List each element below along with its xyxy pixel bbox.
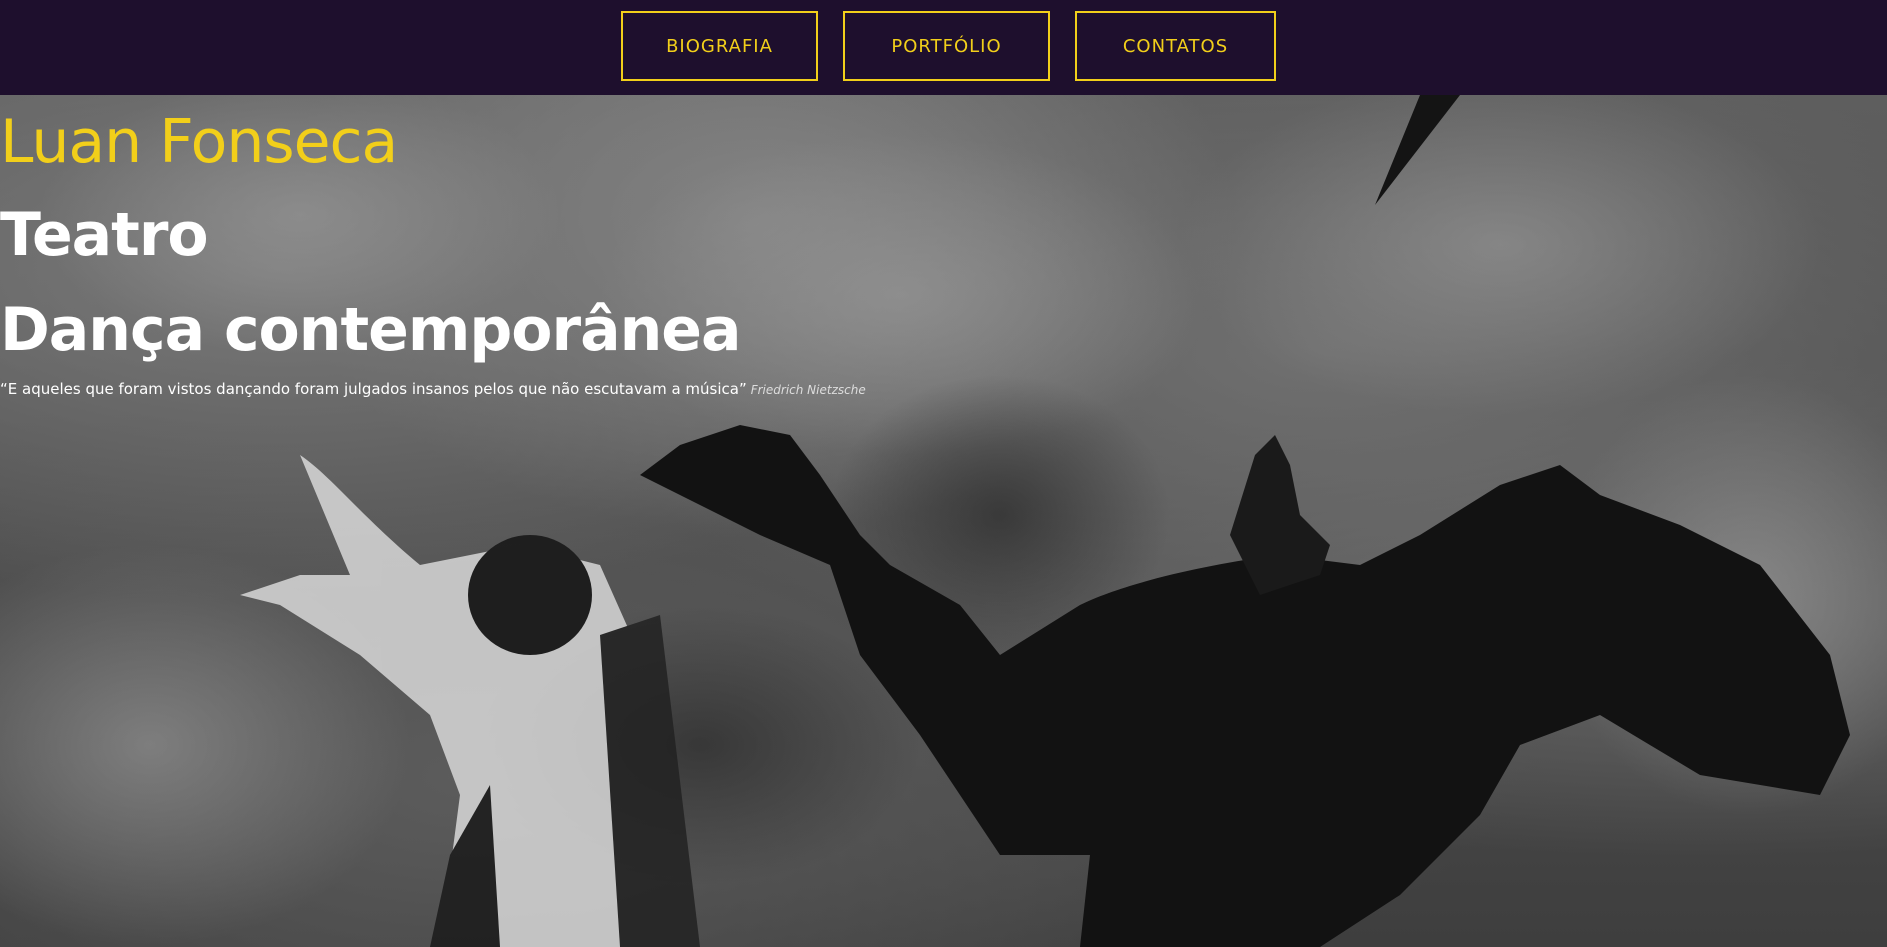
quote-text: “E aqueles que foram vistos dançando for… [0, 380, 747, 398]
nav-biografia-button[interactable]: BIOGRAFIA [621, 11, 818, 81]
discipline-theatre: Teatro [0, 200, 209, 270]
artist-name: Luan Fonseca [0, 107, 398, 177]
hero-section: Luan Fonseca Teatro Dança contemporânea … [0, 95, 1887, 947]
top-nav-bar: BIOGRAFIA PORTFÓLIO CONTATOS [0, 0, 1887, 95]
hero-quote: “E aqueles que foram vistos dançando for… [0, 380, 866, 398]
nav-contatos-button[interactable]: CONTATOS [1075, 11, 1276, 81]
quote-author: Friedrich Nietzsche [750, 383, 866, 397]
discipline-dance: Dança contemporânea [0, 295, 741, 365]
nav-portfolio-button[interactable]: PORTFÓLIO [843, 11, 1050, 81]
hero-background-photo [0, 95, 1887, 947]
